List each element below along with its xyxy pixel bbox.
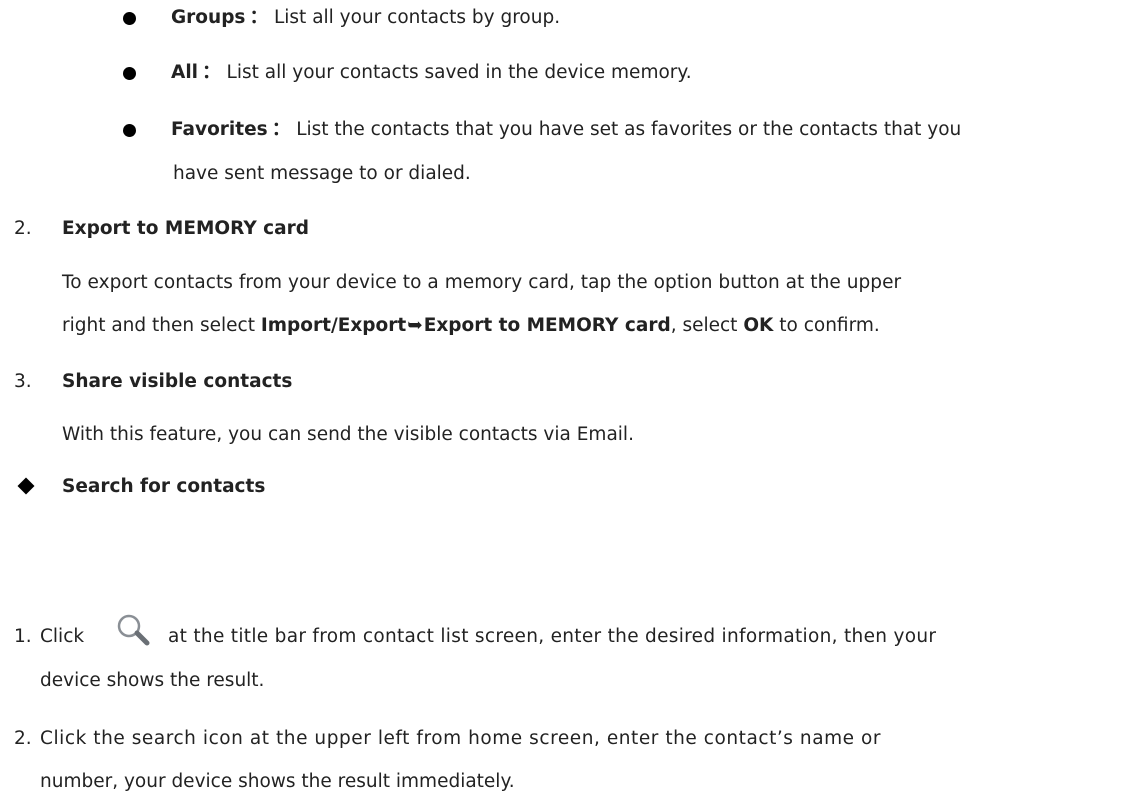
bullet-favorites: Favorites： List the contacts that you hav… [171, 119, 962, 140]
step-paragraph-line: at the title bar from contact list scree… [168, 626, 937, 647]
diamond-bullet-icon [17, 477, 35, 495]
bullet-term: Favorites [171, 119, 268, 140]
item-paragraph-line: With this feature, you can send the visi… [62, 424, 634, 445]
item-number: 3. [14, 371, 32, 392]
step-number: 1. [14, 626, 32, 647]
bullet-text: List all your contacts saved in the devi… [226, 62, 692, 83]
bullet-groups: Groups： List all your contacts by group. [171, 7, 561, 28]
item-paragraph-line: To export contacts from your device to a… [62, 272, 902, 293]
step-number: 2. [14, 728, 32, 749]
bullet-all: All： List all your contacts saved in the … [171, 62, 692, 83]
arrow-icon: ➥ [407, 315, 423, 336]
bullet-favorites-cont: have sent message to or dialed. [173, 163, 471, 184]
bullet-text: List all your contacts by group. [273, 7, 561, 28]
bullet-term: All [171, 62, 199, 83]
step-paragraph-line: device shows the result. [40, 670, 265, 691]
search-icon [117, 614, 150, 646]
step-pre: Click [40, 626, 85, 647]
bullet-dot [123, 12, 136, 25]
item-paragraph-line: right and then select Import/Export➥Expo… [62, 315, 880, 336]
step-paragraph-line: number, your device shows the result imm… [40, 771, 515, 792]
bullet-term: Groups [171, 7, 246, 28]
bullet-dot [123, 124, 136, 137]
bullet-dot [123, 67, 136, 80]
bullet-text: List the contacts that you have set as f… [296, 119, 962, 140]
item-heading: Share visible contacts [62, 371, 293, 392]
section-title: Search for contacts [62, 476, 266, 497]
item-heading: Export to MEMORY card [62, 218, 309, 239]
step-paragraph-line: Click the search icon at the upper left … [40, 728, 882, 749]
item-number: 2. [14, 218, 32, 239]
